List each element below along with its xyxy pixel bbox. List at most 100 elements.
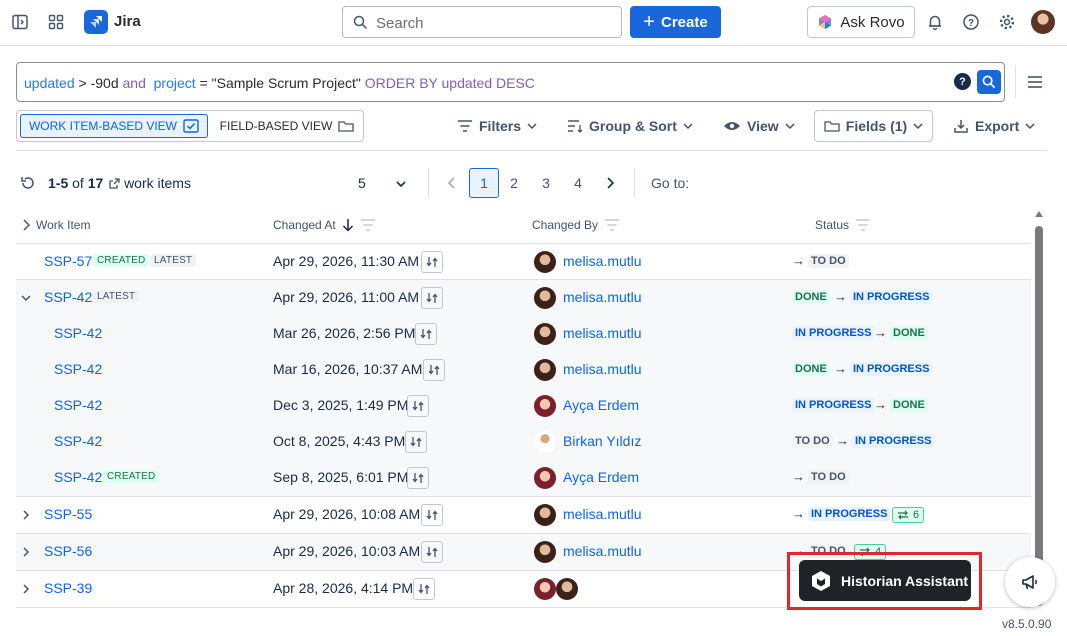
user-name-link[interactable]: melisa.mutlu bbox=[563, 361, 642, 377]
page-button[interactable]: 3 bbox=[531, 168, 561, 198]
jql-help-icon[interactable]: ? bbox=[954, 73, 971, 90]
work-item-key-link[interactable]: SSP-42 bbox=[54, 397, 102, 413]
user-name-link[interactable]: melisa.mutlu bbox=[563, 543, 642, 559]
compare-changes-icon[interactable] bbox=[407, 467, 429, 489]
jql-token: updated bbox=[24, 75, 75, 91]
svg-text:?: ? bbox=[968, 18, 974, 29]
work-item-key-link[interactable]: SSP-42 bbox=[54, 325, 102, 341]
export-button[interactable]: Export bbox=[953, 112, 1035, 140]
work-item-key-link[interactable]: SSP-42 bbox=[44, 289, 92, 305]
compare-changes-icon[interactable] bbox=[415, 323, 437, 345]
column-filter-icon[interactable] bbox=[360, 218, 376, 232]
results-range: 1-5 bbox=[48, 175, 69, 191]
ask-rovo-button[interactable]: Ask Rovo bbox=[807, 6, 915, 38]
work-item-key-link[interactable]: SSP-42 bbox=[54, 469, 102, 485]
work-item-key-link[interactable]: SSP-42 bbox=[54, 361, 102, 377]
scrollbar-thumb[interactable] bbox=[1035, 226, 1043, 606]
jql-query-input[interactable]: updated > -90d and project = "Sample Scr… bbox=[16, 62, 1005, 102]
compare-changes-icon[interactable] bbox=[423, 359, 445, 381]
column-header-changed-by[interactable]: Changed By bbox=[532, 218, 620, 232]
chevron-down-icon[interactable] bbox=[396, 180, 406, 188]
refresh-icon[interactable] bbox=[14, 169, 42, 197]
divider bbox=[16, 533, 1031, 534]
feedback-button[interactable] bbox=[1005, 557, 1055, 607]
chevron-right-icon[interactable] bbox=[22, 219, 30, 231]
external-link-icon[interactable] bbox=[109, 178, 120, 189]
chevron-right-icon[interactable] bbox=[20, 546, 32, 558]
chevron-down-icon bbox=[527, 123, 537, 130]
help-icon[interactable]: ? bbox=[957, 8, 985, 36]
user-name-link[interactable]: melisa.mutlu bbox=[563, 325, 642, 341]
status-from-lozenge: DONE bbox=[792, 362, 830, 376]
profile-avatar[interactable] bbox=[1031, 10, 1055, 34]
search-icon bbox=[982, 75, 996, 89]
status-to-lozenge: DONE bbox=[890, 398, 928, 412]
chevron-right-icon[interactable] bbox=[20, 583, 32, 595]
work-item-key-link[interactable]: SSP-57 bbox=[44, 253, 92, 269]
sort-icon bbox=[568, 120, 583, 133]
compare-changes-icon[interactable] bbox=[407, 395, 429, 417]
compare-changes-icon[interactable] bbox=[413, 578, 435, 600]
user-name-link[interactable]: melisa.mutlu bbox=[563, 289, 642, 305]
previous-page-button[interactable] bbox=[437, 168, 467, 198]
scroll-up-arrow-icon[interactable] bbox=[1035, 210, 1043, 217]
table-row[interactable] bbox=[16, 460, 1031, 496]
field-based-view-button[interactable]: FIELD-BASED VIEW bbox=[212, 114, 362, 138]
page-button[interactable]: 4 bbox=[563, 168, 593, 198]
work-item-based-view-button[interactable]: WORK ITEM-BASED VIEW bbox=[20, 114, 208, 138]
user-name-link[interactable]: melisa.mutlu bbox=[563, 506, 642, 522]
work-item-based-view-label: WORK ITEM-BASED VIEW bbox=[28, 119, 177, 133]
chevron-down-icon[interactable] bbox=[20, 292, 32, 304]
compare-changes-icon[interactable] bbox=[421, 504, 443, 526]
jql-search-button[interactable] bbox=[977, 70, 1001, 94]
page-size-select[interactable]: 5 bbox=[358, 175, 366, 191]
fields-button[interactable]: Fields (1) bbox=[814, 110, 933, 142]
work-item-key-link[interactable]: SSP-42 bbox=[54, 433, 102, 449]
app-switcher-icon[interactable] bbox=[42, 8, 70, 36]
compare-changes-icon[interactable] bbox=[421, 251, 443, 273]
column-header-changed-at[interactable]: Changed At bbox=[273, 218, 376, 232]
sidebar-toggle-icon[interactable] bbox=[6, 8, 34, 36]
changed-at-date: Apr 28, 2026, 4:14 PM bbox=[273, 580, 414, 596]
column-header-status[interactable]: Status bbox=[815, 218, 871, 232]
chevron-left-icon bbox=[448, 177, 455, 189]
compare-changes-icon[interactable] bbox=[405, 431, 427, 453]
compare-changes-icon[interactable] bbox=[421, 287, 443, 309]
column-filter-icon[interactable] bbox=[855, 218, 871, 232]
jql-token: ORDER BY bbox=[360, 75, 442, 91]
create-button[interactable]: + Create bbox=[630, 6, 721, 38]
user-name-link[interactable]: Birkan Yıldız bbox=[563, 433, 641, 449]
filters-button[interactable]: Filters bbox=[457, 112, 537, 140]
work-item-key-link[interactable]: SSP-56 bbox=[44, 543, 92, 559]
search-input[interactable]: Search bbox=[342, 6, 622, 38]
page-button[interactable]: 1 bbox=[469, 168, 499, 198]
status-to-lozenge: TO DO bbox=[808, 254, 849, 268]
product-name[interactable]: Jira bbox=[114, 13, 141, 30]
jql-query-text: updated > -90d and project = "Sample Scr… bbox=[24, 75, 535, 91]
filters-label: Filters bbox=[479, 118, 522, 134]
group-sort-button[interactable]: Group & Sort bbox=[567, 112, 693, 140]
sort-descending-arrow-icon[interactable] bbox=[342, 218, 354, 232]
more-menu-icon[interactable] bbox=[1021, 68, 1049, 96]
user-name-link[interactable]: melisa.mutlu bbox=[563, 253, 642, 269]
column-label: Changed By bbox=[532, 218, 599, 232]
notifications-bell-icon[interactable] bbox=[921, 8, 949, 36]
next-page-button[interactable] bbox=[595, 168, 625, 198]
page-button[interactable]: 2 bbox=[499, 168, 529, 198]
view-options-button[interactable]: View bbox=[723, 112, 795, 140]
results-items-label: work items bbox=[124, 175, 191, 191]
settings-gear-icon[interactable] bbox=[993, 8, 1021, 36]
work-item-key-link[interactable]: SSP-55 bbox=[44, 506, 92, 522]
view-mode-toggle: WORK ITEM-BASED VIEW FIELD-BASED VIEW bbox=[16, 110, 364, 142]
user-name-link[interactable]: Ayça Erdem bbox=[563, 469, 639, 485]
transitions-count-badge[interactable]: 6 bbox=[892, 507, 925, 523]
column-label: Work Item bbox=[36, 218, 91, 232]
user-name-link[interactable]: Ayça Erdem bbox=[563, 397, 639, 413]
column-header-work-item[interactable]: Work Item bbox=[22, 218, 90, 232]
historian-assistant-button[interactable]: Historian Assistant bbox=[799, 560, 971, 601]
jira-logo-icon[interactable] bbox=[84, 10, 108, 34]
work-item-key-link[interactable]: SSP-39 bbox=[44, 580, 92, 596]
column-filter-icon[interactable] bbox=[604, 218, 620, 232]
compare-changes-icon[interactable] bbox=[421, 541, 443, 563]
chevron-right-icon[interactable] bbox=[20, 509, 32, 521]
